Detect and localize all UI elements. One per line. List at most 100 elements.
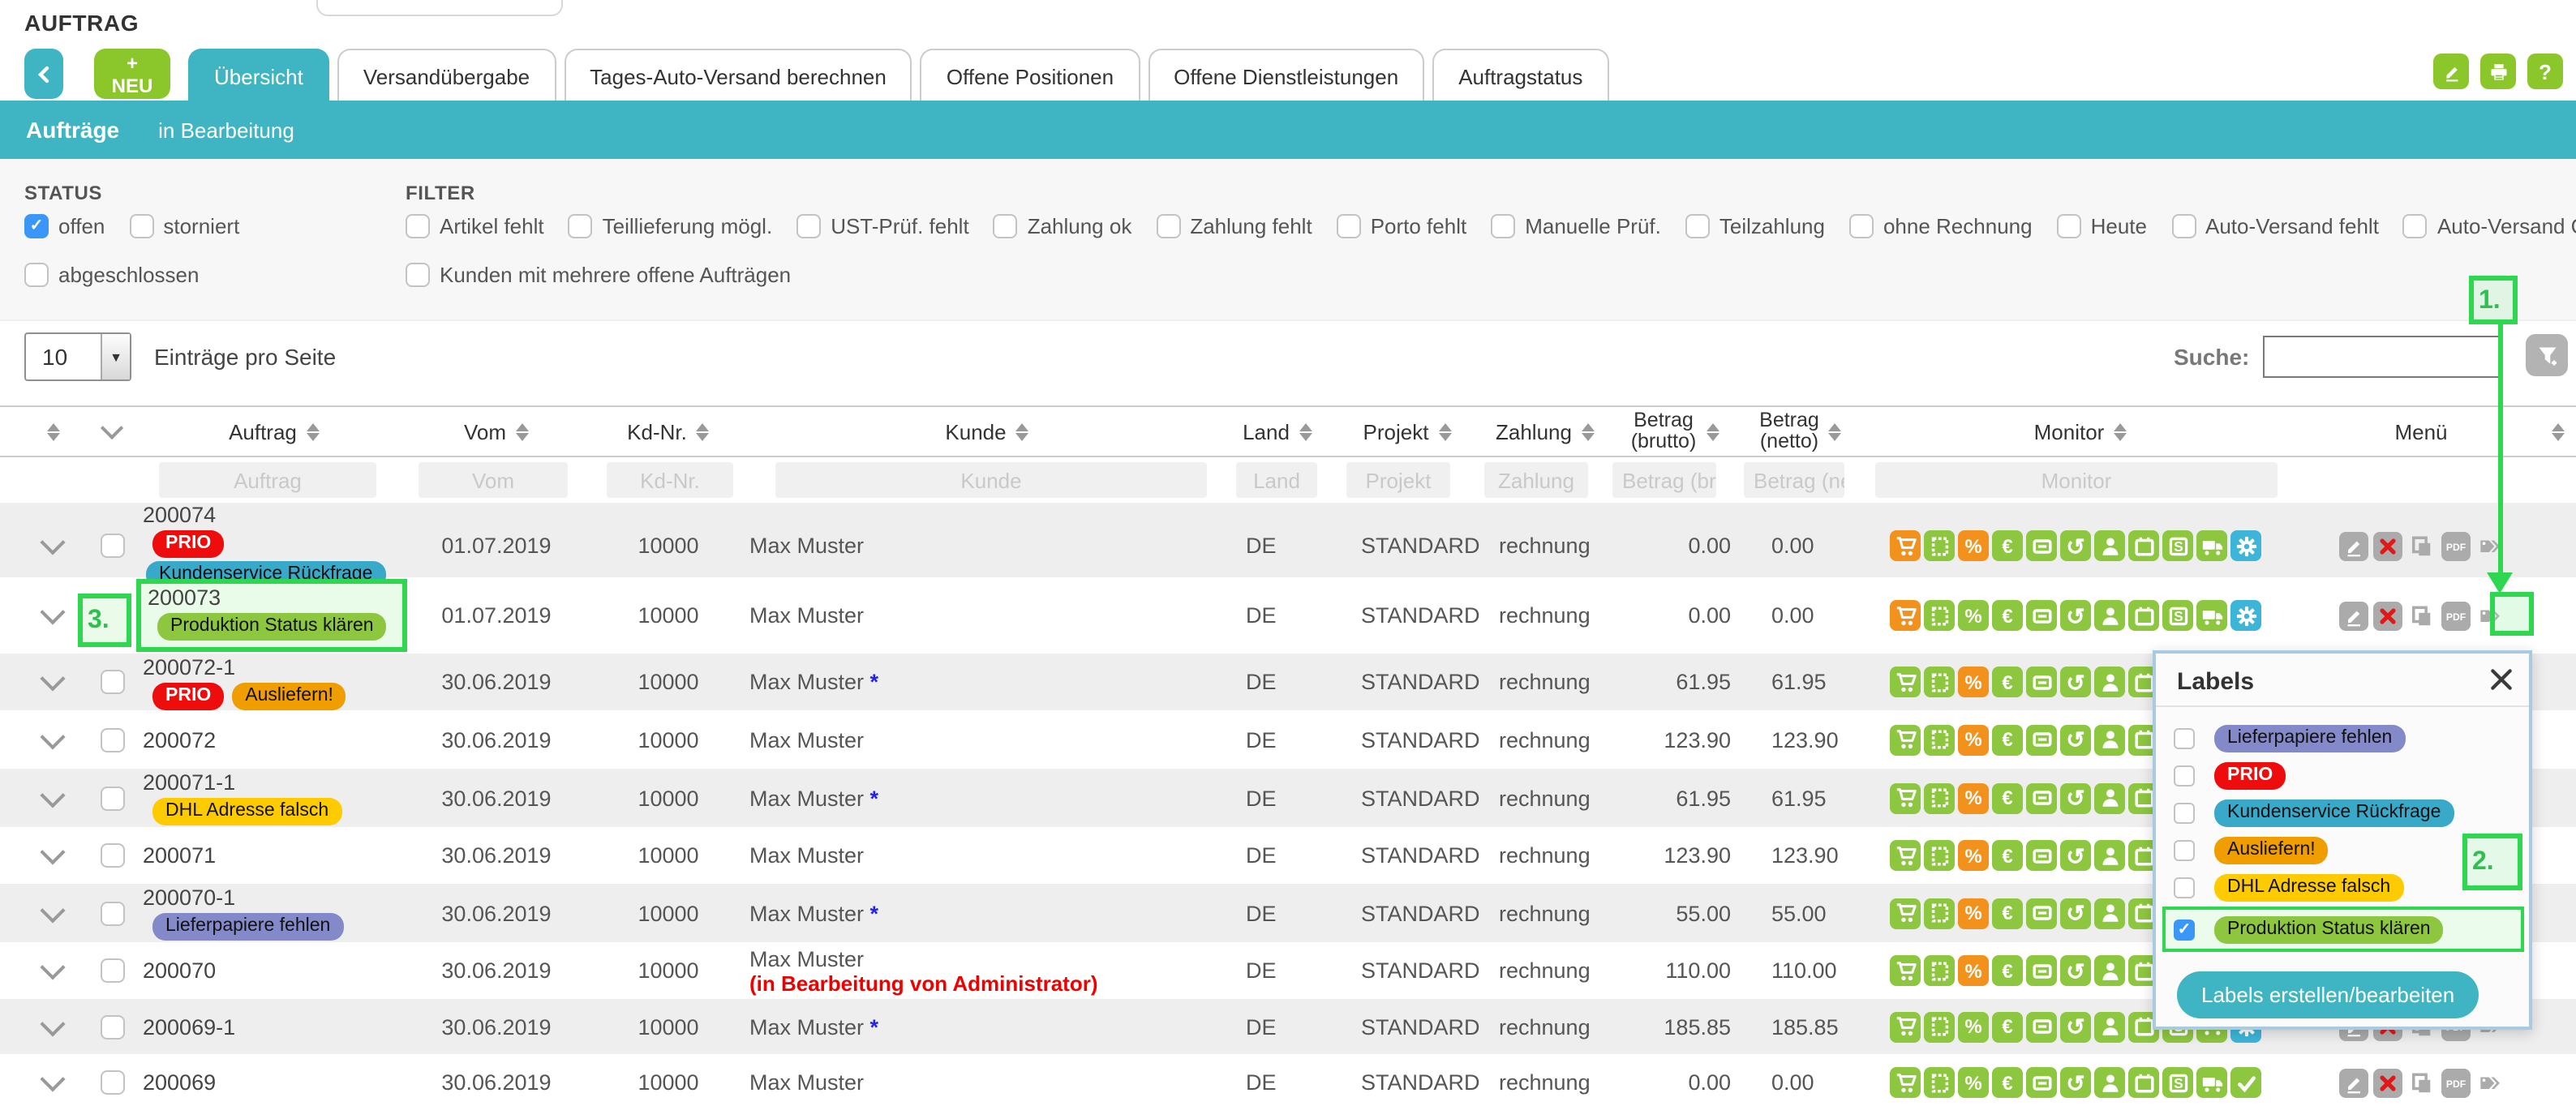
monitor-check-icon[interactable] <box>2230 1067 2261 1098</box>
order-number[interactable]: 200071 <box>143 843 406 868</box>
filter-zahlung-ok[interactable]: Zahlung ok <box>994 214 1132 238</box>
monitor-cart-icon[interactable] <box>1890 782 1921 813</box>
filter-ohne-rechnung[interactable]: ohne Rechnung <box>1849 214 2033 238</box>
filter-teilzahlung[interactable]: Teilzahlung <box>1685 214 1825 238</box>
monitor-truck-icon[interactable] <box>2196 530 2227 561</box>
order-number[interactable]: 200070-1 <box>143 885 406 910</box>
monitor-truck-icon[interactable] <box>2196 600 2227 631</box>
monitor-person-icon[interactable] <box>2094 840 2125 871</box>
monitor-person-icon[interactable] <box>2094 1067 2125 1098</box>
monitor-calendar-icon[interactable] <box>2128 530 2159 561</box>
monitor-dollar-icon[interactable]: S <box>2162 1067 2193 1098</box>
monitor-card-icon[interactable] <box>2026 898 2057 928</box>
delete-order-button[interactable] <box>2372 1068 2402 1097</box>
monitor-truck-icon[interactable] <box>2196 1067 2227 1098</box>
monitor-person-icon[interactable] <box>2094 782 2125 813</box>
order-number[interactable]: 200074 <box>143 503 406 527</box>
status-offen[interactable]: ✓offen <box>24 214 105 238</box>
row-checkbox[interactable] <box>100 534 124 558</box>
monitor-refresh-icon[interactable]: ↺ <box>2060 667 2091 697</box>
monitor-stamp-icon[interactable] <box>1924 1067 1955 1098</box>
monitor-euro-icon[interactable]: € <box>1992 600 2023 631</box>
sort-icon[interactable] <box>516 422 529 440</box>
monitor-stamp-icon[interactable] <box>1924 840 1955 871</box>
monitor-refresh-icon[interactable]: ↺ <box>2060 1067 2091 1098</box>
monitor-stamp-icon[interactable] <box>1924 724 1955 755</box>
checkbox-icon[interactable] <box>1685 214 1710 238</box>
monitor-stamp-icon[interactable] <box>1924 530 1955 561</box>
monitor-percent-icon[interactable]: % <box>1958 667 1989 697</box>
monitor-percent-icon[interactable]: % <box>1958 600 1989 631</box>
order-number[interactable]: 200069 <box>143 1070 406 1095</box>
monitor-refresh-icon[interactable]: ↺ <box>2060 530 2091 561</box>
copy-order-button[interactable] <box>2406 531 2436 560</box>
monitor-stamp-icon[interactable] <box>1924 600 1955 631</box>
filter-artikel-fehlt[interactable]: Artikel fehlt <box>406 214 544 238</box>
monitor-cart-icon[interactable] <box>1890 600 1921 631</box>
tab-offene-positionen[interactable]: Offene Positionen <box>921 49 1140 102</box>
monitor-cart-icon[interactable] <box>1890 955 1921 986</box>
column-filter-input-monitor[interactable]: Monitor <box>1875 462 2278 498</box>
filter-kunden-mit-mehrere-offene-aufträgen[interactable]: Kunden mit mehrere offene Aufträgen <box>406 263 791 287</box>
monitor-percent-icon[interactable]: % <box>1958 530 1989 561</box>
expand-chevron-icon[interactable] <box>40 954 65 980</box>
edit-order-button[interactable] <box>2338 1068 2368 1097</box>
row-checkbox[interactable] <box>100 670 124 694</box>
sort-icon[interactable] <box>1299 422 1312 440</box>
column-filter-input-vom[interactable]: Vom <box>419 462 568 498</box>
order-number[interactable]: 200072 <box>143 727 406 752</box>
monitor-gear-icon[interactable] <box>2230 530 2261 561</box>
monitor-person-icon[interactable] <box>2094 898 2125 928</box>
filter-ust-prüf-fehlt[interactable]: UST-Prüf. fehlt <box>796 214 969 238</box>
order-number[interactable]: 200070 <box>143 958 406 983</box>
sort-icon[interactable] <box>2551 422 2564 440</box>
monitor-euro-icon[interactable]: € <box>1992 1067 2023 1098</box>
help-button[interactable]: ? <box>2527 54 2563 89</box>
label-checkbox[interactable] <box>2174 765 2195 787</box>
status-abgeschlossen[interactable]: abgeschlossen <box>24 263 199 287</box>
sort-icon[interactable] <box>1706 422 1719 440</box>
row-checkbox[interactable] <box>100 1070 124 1095</box>
status-storniert[interactable]: storniert <box>129 214 239 238</box>
edit-order-button[interactable] <box>2338 601 2368 630</box>
tab-tages-auto-versand-berechnen[interactable]: Tages-Auto-Versand berechnen <box>564 49 912 102</box>
filter-heute[interactable]: Heute <box>2057 214 2147 238</box>
row-checkbox[interactable] <box>100 843 124 868</box>
filter-auto-versand-ok[interactable]: Auto-Versand OK <box>2403 214 2576 238</box>
checkbox-icon[interactable] <box>1156 214 1180 238</box>
labels-edit-button[interactable]: Labels erstellen/bearbeiten <box>2177 971 2479 1018</box>
expand-chevron-icon[interactable] <box>40 599 65 624</box>
monitor-percent-icon[interactable]: % <box>1958 840 1989 871</box>
sort-icon[interactable] <box>1016 422 1029 440</box>
expand-chevron-icon[interactable] <box>40 839 65 864</box>
filter-auto-versand-fehlt[interactable]: Auto-Versand fehlt <box>2171 214 2379 238</box>
monitor-refresh-icon[interactable]: ↺ <box>2060 1011 2091 1042</box>
monitor-person-icon[interactable] <box>2094 1011 2125 1042</box>
checkbox-icon[interactable] <box>129 214 153 238</box>
monitor-person-icon[interactable] <box>2094 955 2125 986</box>
sort-icon[interactable] <box>1582 422 1595 440</box>
monitor-stamp-icon[interactable] <box>1924 955 1955 986</box>
page-size-select[interactable]: 10 ▼ <box>24 332 131 381</box>
monitor-cart-icon[interactable] <box>1890 724 1921 755</box>
filter-porto-fehlt[interactable]: Porto fehlt <box>1337 214 1467 238</box>
label-checkbox[interactable] <box>2174 803 2195 824</box>
filter-teillieferung-mögl-[interactable]: Teillieferung mögl. <box>569 214 773 238</box>
monitor-euro-icon[interactable]: € <box>1992 955 2023 986</box>
row-checkbox[interactable] <box>100 727 124 752</box>
checkbox-icon[interactable] <box>24 263 49 287</box>
column-filter-input-zahlung[interactable]: Zahlung <box>1484 462 1588 498</box>
monitor-euro-icon[interactable]: € <box>1992 840 2023 871</box>
monitor-card-icon[interactable] <box>2026 667 2057 697</box>
row-checkbox[interactable] <box>100 901 124 925</box>
row-checkbox[interactable] <box>100 958 124 983</box>
monitor-percent-icon[interactable]: % <box>1958 1067 1989 1098</box>
checkbox-icon[interactable] <box>1849 214 1874 238</box>
monitor-refresh-icon[interactable]: ↺ <box>2060 600 2091 631</box>
sort-icon[interactable] <box>307 422 320 440</box>
column-filter-input-betragbrutto[interactable]: Betrag (brutto) <box>1612 462 1716 498</box>
monitor-percent-icon[interactable]: % <box>1958 955 1989 986</box>
monitor-refresh-icon[interactable]: ↺ <box>2060 840 2091 871</box>
filter-zahlung-fehlt[interactable]: Zahlung fehlt <box>1156 214 1312 238</box>
monitor-card-icon[interactable] <box>2026 840 2057 871</box>
